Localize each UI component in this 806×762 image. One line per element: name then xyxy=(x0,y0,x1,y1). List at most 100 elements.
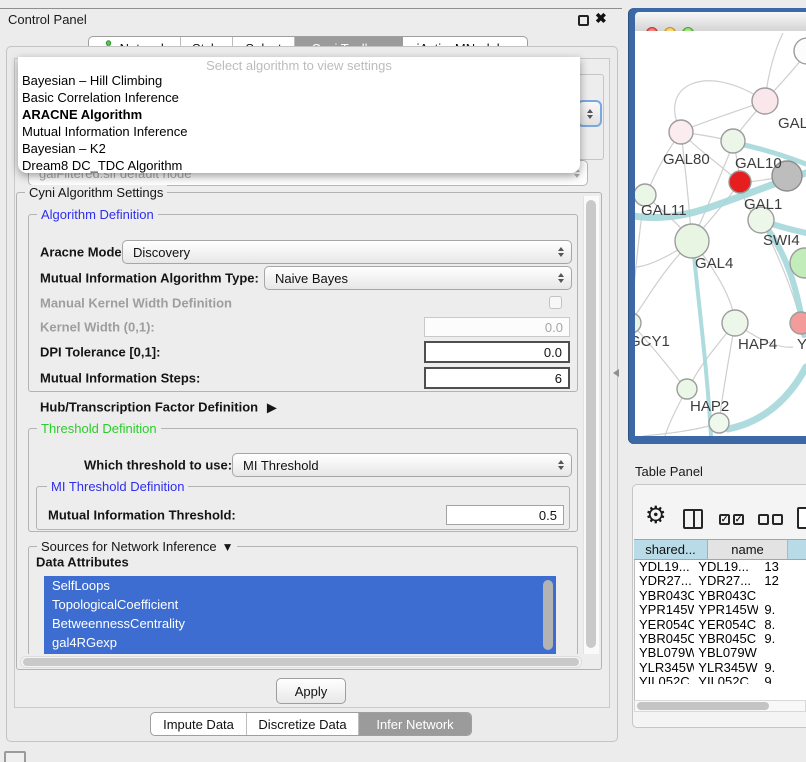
dpi-tolerance-value: 0.0 xyxy=(544,345,562,360)
algorithm-option[interactable]: Bayesian – K2 xyxy=(18,140,580,157)
algorithm-option[interactable]: Dream8 DC_TDC Algorithm xyxy=(18,157,580,173)
cyni-bottom-tabs: Impute DataDiscretize DataInfer Network xyxy=(150,712,472,736)
aracne-mode-select[interactable]: Discovery xyxy=(122,240,572,264)
node-label: SWI4 xyxy=(763,232,800,249)
table-row[interactable]: YDL19...YDL19...13 xyxy=(635,560,806,574)
which-threshold-select[interactable]: MI Threshold xyxy=(232,453,572,477)
node-label: GAL4 xyxy=(695,255,733,272)
settings-vscrollbar[interactable] xyxy=(583,196,599,654)
check-glyph: ✓ xyxy=(721,514,729,525)
network-node[interactable] xyxy=(635,313,641,333)
table-hscrollbar[interactable] xyxy=(634,700,806,712)
settings-hscrollbar[interactable] xyxy=(20,656,582,668)
panel-title: Control Panel xyxy=(8,12,87,27)
dpi-tolerance-field[interactable]: 0.0 xyxy=(424,341,570,363)
algorithm-option[interactable]: Basic Correlation Inference xyxy=(18,89,580,106)
table-cell: 9. xyxy=(758,603,806,617)
settings-scroll-area: Algorithm Definition Aracne Mode: Discov… xyxy=(20,196,582,654)
node-label: GAL11 xyxy=(641,202,687,219)
attribute-item[interactable]: TopologicalCoefficient xyxy=(44,595,556,614)
sources-title-row[interactable]: Sources for Network Inference ▼ xyxy=(37,539,237,554)
table-row[interactable]: YDR27...YDR27...12 xyxy=(635,574,806,588)
table-row[interactable]: YER054CYER054C8. xyxy=(635,618,806,632)
algorithm-option[interactable]: Bayesian – Hill Climbing xyxy=(18,72,580,89)
hub-definition-toggle[interactable]: Hub/Transcription Factor Definition ▶ xyxy=(40,400,276,415)
column-header-name[interactable]: name xyxy=(708,539,788,560)
network-node[interactable] xyxy=(675,224,709,258)
window-top-border xyxy=(0,8,622,9)
new-table-icon[interactable] xyxy=(797,507,806,529)
apply-button[interactable]: Apply xyxy=(276,678,346,704)
settings-hscrollbar-thumb[interactable] xyxy=(23,658,579,666)
deselect-checkbox-icon[interactable] xyxy=(758,514,769,525)
algorithm-select-arrow-button[interactable] xyxy=(577,100,602,127)
algorithm-option[interactable]: Mutual Information Inference xyxy=(18,123,580,140)
column-header-3[interactable] xyxy=(788,539,806,560)
table-row[interactable]: YBR045CYBR045C9. xyxy=(635,632,806,646)
network-node[interactable] xyxy=(752,88,778,114)
network-graph[interactable]: GALGAL80GAL10GAL1GAL11SWI4GAL4GCY1HAP4YH… xyxy=(635,31,806,436)
disclosure-down-icon[interactable]: ▼ xyxy=(222,540,234,554)
data-attributes-list[interactable]: SelfLoopsTopologicalCoefficientBetweenne… xyxy=(44,576,556,654)
network-window-titlebar[interactable] xyxy=(635,12,806,32)
deselect-checkbox-icon-2[interactable] xyxy=(772,514,783,525)
gear-icon[interactable]: ⚙ xyxy=(645,502,667,528)
mi-algorithm-type-select[interactable]: Naive Bayes xyxy=(264,266,572,290)
tab-discretize-data[interactable]: Discretize Data xyxy=(247,713,359,735)
network-edge[interactable] xyxy=(643,423,719,436)
tab-impute-data[interactable]: Impute Data xyxy=(151,713,247,735)
float-icon[interactable] xyxy=(578,15,589,26)
attribute-item[interactable]: BetweennessCentrality xyxy=(44,614,556,633)
algorithm-dropdown: Select algorithm to view settings Bayesi… xyxy=(18,57,580,173)
spinner-arrows-icon xyxy=(587,109,593,119)
split-columns-icon[interactable] xyxy=(683,509,703,529)
network-node[interactable] xyxy=(794,38,806,64)
data-attributes-label: Data Attributes xyxy=(36,555,129,570)
node-label: GAL80 xyxy=(663,151,710,168)
select-all-checkbox-icon[interactable]: ✓ xyxy=(719,514,730,525)
kernel-width-label: Kernel Width (0,1): xyxy=(40,320,155,335)
attribute-item[interactable]: gal4RGexp xyxy=(44,633,556,652)
table-cell: YDR27... xyxy=(694,574,758,588)
network-node[interactable] xyxy=(790,312,806,334)
close-icon[interactable]: ✖ xyxy=(595,10,607,27)
algorithm-option[interactable]: ARACNE Algorithm xyxy=(18,106,580,123)
table-hscrollbar-thumb[interactable] xyxy=(637,702,769,710)
table-cell: YDL19... xyxy=(635,560,694,574)
mi-algorithm-type-label: Mutual Information Algorithm Type: xyxy=(40,271,259,286)
network-node[interactable] xyxy=(677,379,697,399)
kernel-width-field: 0.0 xyxy=(424,317,570,337)
network-node[interactable] xyxy=(669,120,693,144)
table-row[interactable]: YIL052CYIL052C9 xyxy=(635,675,806,684)
mi-steps-field[interactable]: 6 xyxy=(424,367,570,389)
network-node[interactable] xyxy=(721,129,745,153)
attribute-item[interactable]: SelfLoops xyxy=(44,576,556,595)
network-node[interactable] xyxy=(729,171,751,193)
disclosure-right-icon[interactable]: ▶ xyxy=(267,400,276,414)
table-cell: YPR145W xyxy=(635,603,694,617)
table-row[interactable]: YLR345WYLR345W9. xyxy=(635,661,806,675)
table-cell: 9 xyxy=(758,675,806,684)
network-edge[interactable] xyxy=(635,323,681,383)
table-row[interactable]: YPR145WYPR145W9. xyxy=(635,603,806,617)
network-edge-highlighted[interactable] xyxy=(728,367,806,429)
dpi-tolerance-label: DPI Tolerance [0,1]: xyxy=(40,345,160,360)
node-label: HAP4 xyxy=(738,336,777,353)
list-scrollbar-thumb[interactable] xyxy=(543,580,553,650)
settings-vscrollbar-thumb[interactable] xyxy=(586,200,596,648)
network-node[interactable] xyxy=(709,413,729,433)
select-all-checkbox-icon-2[interactable]: ✓ xyxy=(733,514,744,525)
table-row[interactable]: YBL079WYBL079W xyxy=(635,646,806,660)
tab-infer-network[interactable]: Infer Network xyxy=(359,713,471,735)
network-node[interactable] xyxy=(722,310,748,336)
divider-collapse-icon[interactable] xyxy=(613,369,619,377)
network-edge[interactable] xyxy=(675,81,765,127)
network-canvas[interactable]: GALGAL80GAL10GAL1GAL11SWI4GAL4GCY1HAP4YH… xyxy=(635,31,806,436)
mi-threshold-field[interactable]: 0.5 xyxy=(446,505,564,525)
table-cell: YBR045C xyxy=(694,632,758,646)
column-header-shared[interactable]: shared... xyxy=(634,539,708,560)
table-body: YDL19...YDL19...13YDR27...YDR27...12YBR0… xyxy=(635,560,806,684)
algorithm-definition-title: Algorithm Definition xyxy=(37,207,158,222)
corner-dock-icon[interactable] xyxy=(4,751,26,762)
table-row[interactable]: YBR043CYBR043C xyxy=(635,589,806,603)
